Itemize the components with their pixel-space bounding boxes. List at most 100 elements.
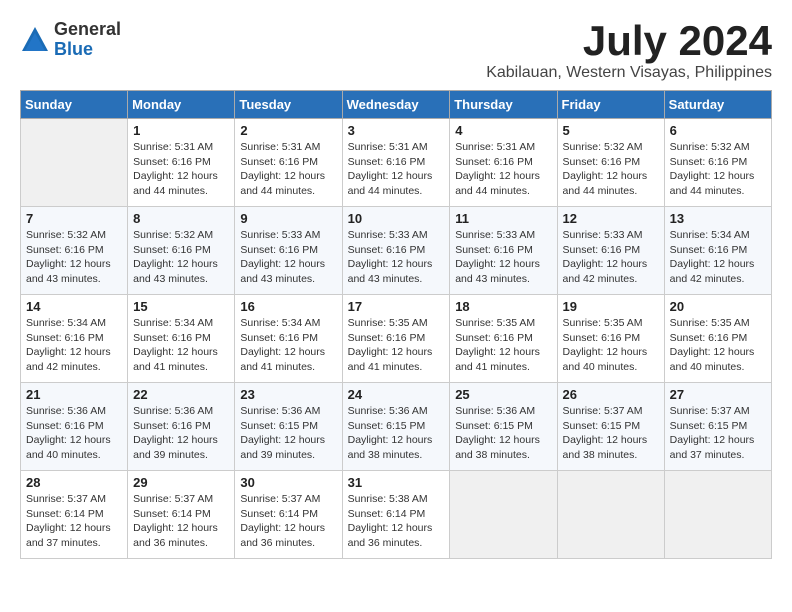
day-info: Sunrise: 5:33 AM Sunset: 6:16 PM Dayligh… — [563, 228, 659, 287]
calendar-table: SundayMondayTuesdayWednesdayThursdayFrid… — [20, 90, 772, 559]
day-info: Sunrise: 5:35 AM Sunset: 6:16 PM Dayligh… — [455, 316, 551, 375]
calendar-week-row: 7 Sunrise: 5:32 AM Sunset: 6:16 PM Daylig… — [21, 207, 772, 295]
calendar-week-row: 21Sunrise: 5:36 AM Sunset: 6:16 PM Dayli… — [21, 383, 772, 471]
day-info: Sunrise: 5:35 AM Sunset: 6:16 PM Dayligh… — [670, 316, 766, 375]
day-number: 24 — [348, 387, 445, 402]
day-info: Sunrise: 5:34 AM Sunset: 6:16 PM Dayligh… — [133, 316, 229, 375]
logo: General Blue — [20, 20, 121, 60]
day-number: 16 — [240, 299, 336, 314]
calendar-cell — [557, 471, 664, 559]
day-number: 1 — [133, 123, 229, 138]
calendar-cell — [21, 119, 128, 207]
calendar-cell: 3 Sunrise: 5:31 AM Sunset: 6:16 PM Daylig… — [342, 119, 450, 207]
calendar-cell: 16Sunrise: 5:34 AM Sunset: 6:16 PM Dayli… — [235, 295, 342, 383]
day-info: Sunrise: 5:37 AM Sunset: 6:15 PM Dayligh… — [563, 404, 659, 463]
calendar-cell: 8Sunrise: 5:32 AM Sunset: 6:16 PM Daylig… — [128, 207, 235, 295]
logo-blue: Blue — [54, 40, 121, 60]
day-info: Sunrise: 5:33 AM Sunset: 6:16 PM Dayligh… — [240, 228, 336, 287]
calendar-cell: 22 Sunrise: 5:36 AM Sunset: 6:16 PM Dayli… — [128, 383, 235, 471]
day-info: Sunrise: 5:37 AM Sunset: 6:15 PM Dayligh… — [670, 404, 766, 463]
day-number: 25 — [455, 387, 551, 402]
calendar-cell: 10Sunrise: 5:33 AM Sunset: 6:16 PM Dayli… — [342, 207, 450, 295]
day-info: Sunrise: 5:38 AM Sunset: 6:14 PM Dayligh… — [348, 492, 445, 551]
calendar-cell: 20Sunrise: 5:35 AM Sunset: 6:16 PM Dayli… — [664, 295, 771, 383]
logo-general: General — [54, 20, 121, 40]
calendar-cell: 25 Sunrise: 5:36 AM Sunset: 6:15 PM Dayli… — [450, 383, 557, 471]
day-number: 23 — [240, 387, 336, 402]
logo-text: General Blue — [54, 20, 121, 60]
calendar-cell: 4 Sunrise: 5:31 AM Sunset: 6:16 PM Daylig… — [450, 119, 557, 207]
day-number: 6 — [670, 123, 766, 138]
day-info: Sunrise: 5:33 AM Sunset: 6:16 PM Dayligh… — [455, 228, 551, 287]
calendar-cell: 6 Sunrise: 5:32 AM Sunset: 6:16 PM Daylig… — [664, 119, 771, 207]
calendar-cell: 17Sunrise: 5:35 AM Sunset: 6:16 PM Dayli… — [342, 295, 450, 383]
calendar-cell: 27 Sunrise: 5:37 AM Sunset: 6:15 PM Dayli… — [664, 383, 771, 471]
calendar-cell: 29 Sunrise: 5:37 AM Sunset: 6:14 PM Dayli… — [128, 471, 235, 559]
day-number: 19 — [563, 299, 659, 314]
calendar-cell: 12 Sunrise: 5:33 AM Sunset: 6:16 PM Dayli… — [557, 207, 664, 295]
calendar-header-tuesday: Tuesday — [235, 91, 342, 119]
calendar-week-row: 14Sunrise: 5:34 AM Sunset: 6:16 PM Dayli… — [21, 295, 772, 383]
day-number: 10 — [348, 211, 445, 226]
day-info: Sunrise: 5:37 AM Sunset: 6:14 PM Dayligh… — [240, 492, 336, 551]
day-number: 8 — [133, 211, 229, 226]
calendar-cell: 5 Sunrise: 5:32 AM Sunset: 6:16 PM Daylig… — [557, 119, 664, 207]
calendar-cell — [450, 471, 557, 559]
calendar-header-friday: Friday — [557, 91, 664, 119]
day-number: 9 — [240, 211, 336, 226]
calendar-cell: 23Sunrise: 5:36 AM Sunset: 6:15 PM Dayli… — [235, 383, 342, 471]
calendar-header-monday: Monday — [128, 91, 235, 119]
day-info: Sunrise: 5:32 AM Sunset: 6:16 PM Dayligh… — [670, 140, 766, 199]
day-info: Sunrise: 5:37 AM Sunset: 6:14 PM Dayligh… — [26, 492, 122, 551]
day-info: Sunrise: 5:36 AM Sunset: 6:15 PM Dayligh… — [455, 404, 551, 463]
day-number: 4 — [455, 123, 551, 138]
day-number: 11 — [455, 211, 551, 226]
day-info: Sunrise: 5:32 AM Sunset: 6:16 PM Dayligh… — [26, 228, 122, 287]
calendar-header-thursday: Thursday — [450, 91, 557, 119]
day-number: 29 — [133, 475, 229, 490]
calendar-cell: 13 Sunrise: 5:34 AM Sunset: 6:16 PM Dayli… — [664, 207, 771, 295]
calendar-cell: 14Sunrise: 5:34 AM Sunset: 6:16 PM Dayli… — [21, 295, 128, 383]
day-number: 30 — [240, 475, 336, 490]
calendar-cell: 15 Sunrise: 5:34 AM Sunset: 6:16 PM Dayli… — [128, 295, 235, 383]
day-number: 31 — [348, 475, 445, 490]
calendar-cell: 30 Sunrise: 5:37 AM Sunset: 6:14 PM Dayli… — [235, 471, 342, 559]
day-number: 13 — [670, 211, 766, 226]
day-number: 15 — [133, 299, 229, 314]
day-info: Sunrise: 5:31 AM Sunset: 6:16 PM Dayligh… — [455, 140, 551, 199]
day-info: Sunrise: 5:37 AM Sunset: 6:14 PM Dayligh… — [133, 492, 229, 551]
day-number: 5 — [563, 123, 659, 138]
calendar-header-sunday: Sunday — [21, 91, 128, 119]
calendar-cell: 18 Sunrise: 5:35 AM Sunset: 6:16 PM Dayli… — [450, 295, 557, 383]
day-number: 7 — [26, 211, 122, 226]
calendar-week-row: 28 Sunrise: 5:37 AM Sunset: 6:14 PM Dayli… — [21, 471, 772, 559]
day-info: Sunrise: 5:36 AM Sunset: 6:16 PM Dayligh… — [26, 404, 122, 463]
day-info: Sunrise: 5:36 AM Sunset: 6:16 PM Dayligh… — [133, 404, 229, 463]
calendar-cell: 26Sunrise: 5:37 AM Sunset: 6:15 PM Dayli… — [557, 383, 664, 471]
calendar-header-saturday: Saturday — [664, 91, 771, 119]
day-number: 28 — [26, 475, 122, 490]
location-title: Kabilauan, Western Visayas, Philippines — [486, 64, 772, 82]
calendar-cell: 28 Sunrise: 5:37 AM Sunset: 6:14 PM Dayli… — [21, 471, 128, 559]
calendar-week-row: 1 Sunrise: 5:31 AM Sunset: 6:16 PM Daylig… — [21, 119, 772, 207]
day-info: Sunrise: 5:34 AM Sunset: 6:16 PM Dayligh… — [26, 316, 122, 375]
day-info: Sunrise: 5:35 AM Sunset: 6:16 PM Dayligh… — [563, 316, 659, 375]
day-info: Sunrise: 5:34 AM Sunset: 6:16 PM Dayligh… — [670, 228, 766, 287]
day-info: Sunrise: 5:35 AM Sunset: 6:16 PM Dayligh… — [348, 316, 445, 375]
day-number: 27 — [670, 387, 766, 402]
day-number: 2 — [240, 123, 336, 138]
day-number: 22 — [133, 387, 229, 402]
day-number: 18 — [455, 299, 551, 314]
calendar-cell: 2 Sunrise: 5:31 AM Sunset: 6:16 PM Daylig… — [235, 119, 342, 207]
logo-icon — [20, 25, 50, 55]
calendar-cell: 31 Sunrise: 5:38 AM Sunset: 6:14 PM Dayli… — [342, 471, 450, 559]
day-info: Sunrise: 5:31 AM Sunset: 6:16 PM Dayligh… — [240, 140, 336, 199]
day-number: 12 — [563, 211, 659, 226]
calendar-header-wednesday: Wednesday — [342, 91, 450, 119]
calendar-cell — [664, 471, 771, 559]
calendar-header-row: SundayMondayTuesdayWednesdayThursdayFrid… — [21, 91, 772, 119]
day-number: 3 — [348, 123, 445, 138]
calendar-cell: 9 Sunrise: 5:33 AM Sunset: 6:16 PM Daylig… — [235, 207, 342, 295]
day-info: Sunrise: 5:32 AM Sunset: 6:16 PM Dayligh… — [563, 140, 659, 199]
day-info: Sunrise: 5:31 AM Sunset: 6:16 PM Dayligh… — [348, 140, 445, 199]
